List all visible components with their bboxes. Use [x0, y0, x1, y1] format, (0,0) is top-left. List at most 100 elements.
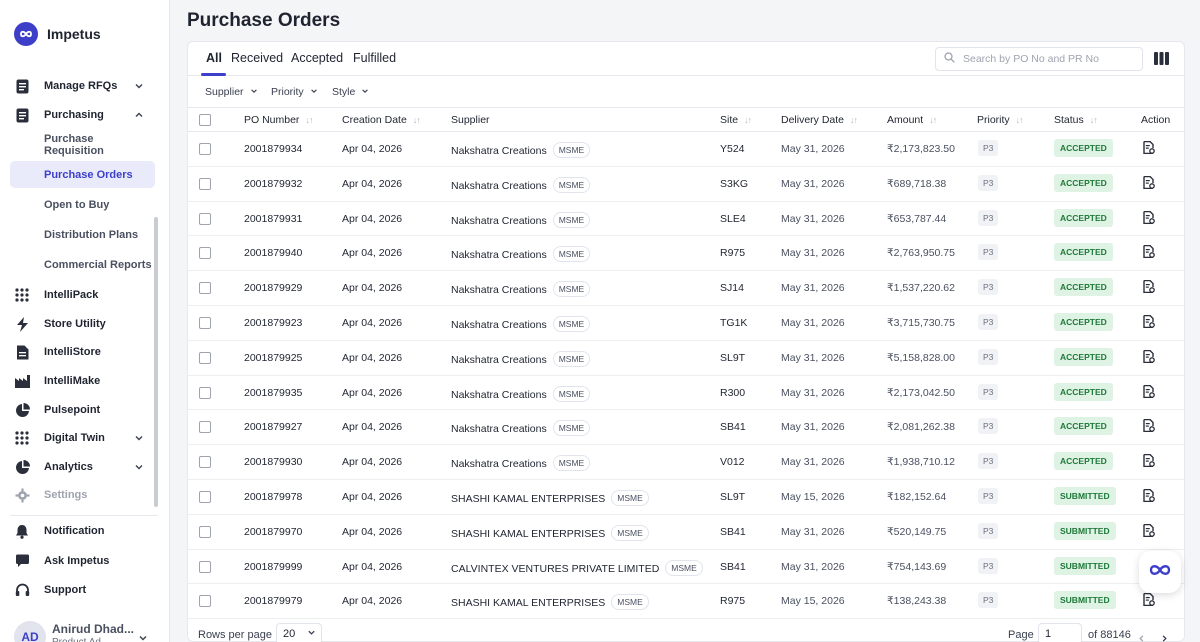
assistant-button[interactable] [1139, 551, 1181, 593]
column-priority[interactable]: Priority ↓↑ [977, 114, 1024, 126]
filter-style[interactable]: Style [332, 86, 369, 98]
table-row[interactable]: 2001879970 Apr 04, 2026 SHASHI KAMAL ENTER… [188, 515, 1184, 550]
row-checkbox[interactable] [199, 595, 211, 608]
sidebar-subitem-distribution-plans[interactable]: Distribution Plans [10, 221, 155, 248]
sidebar-item-settings[interactable]: Settings [14, 484, 154, 506]
sidebar-item-intellimake[interactable]: IntelliMake [14, 370, 154, 392]
po-number[interactable]: 2001879927 [244, 421, 302, 433]
view-document-icon[interactable] [1143, 453, 1155, 472]
sidebar-subitem-commercial-reports[interactable]: Commercial Reports [10, 251, 155, 278]
chevron-left-icon[interactable] [1137, 630, 1146, 642]
row-checkbox[interactable] [199, 316, 211, 329]
column-po-number[interactable]: PO Number ↓↑ [244, 114, 313, 126]
view-document-icon[interactable] [1143, 593, 1155, 611]
po-number[interactable]: 2001879935 [244, 387, 302, 399]
view-document-icon[interactable] [1143, 384, 1155, 403]
column-site[interactable]: Site ↓↑ [720, 114, 752, 126]
sidebar-item-notification[interactable]: Notification [14, 520, 154, 542]
sidebar-item-purchasing[interactable]: Purchasing [14, 104, 154, 126]
tab-fulfilled[interactable]: Fulfilled [353, 51, 396, 65]
table-row[interactable]: 2001879935 Apr 04, 2026 Nakshatra Creation… [188, 376, 1184, 411]
po-number[interactable]: 2001879979 [244, 595, 302, 607]
table-row[interactable]: 2001879932 Apr 04, 2026 Nakshatra Creation… [188, 167, 1184, 202]
rows-per-page-select[interactable]: 20 [276, 623, 322, 642]
row-checkbox[interactable] [199, 525, 211, 538]
row-checkbox[interactable] [199, 212, 211, 225]
search-input[interactable] [963, 53, 1133, 65]
po-number[interactable]: 2001879970 [244, 526, 302, 538]
sidebar-subitem-open-to-buy[interactable]: Open to Buy [10, 191, 155, 218]
sidebar-item-manage-rfqs[interactable]: Manage RFQs [14, 75, 154, 97]
po-number[interactable]: 2001879925 [244, 352, 302, 364]
view-document-icon[interactable] [1143, 523, 1155, 542]
sidebar-item-pulsepoint[interactable]: Pulsepoint [14, 399, 154, 421]
tab-received[interactable]: Received [231, 51, 283, 65]
row-checkbox[interactable] [199, 177, 211, 190]
sidebar-item-digital-twin[interactable]: Digital Twin [14, 427, 154, 449]
row-checkbox[interactable] [199, 490, 211, 503]
table-row[interactable]: 2001879934 Apr 04, 2026 Nakshatra Creation… [188, 132, 1184, 167]
sidebar-item-ask-impetus[interactable]: Ask Impetus [14, 550, 154, 572]
sidebar-subitem-purchase-requisition[interactable]: Purchase Requisition [10, 131, 155, 158]
column-status[interactable]: Status ↓↑ [1054, 114, 1098, 126]
row-checkbox[interactable] [199, 351, 211, 364]
columns-icon[interactable] [1154, 52, 1169, 70]
column-delivery-date[interactable]: Delivery Date ↓↑ [781, 114, 858, 126]
table-row[interactable]: 2001879999 Apr 04, 2026 CALVINTEX VENTURES… [188, 550, 1184, 585]
filter-supplier[interactable]: Supplier [205, 86, 258, 98]
po-number[interactable]: 2001879929 [244, 282, 302, 294]
column-amount[interactable]: Amount ↓↑ [887, 114, 937, 126]
search-box[interactable] [935, 47, 1143, 71]
brand[interactable]: Impetus [14, 22, 101, 46]
sidebar-subitem-purchase-orders[interactable]: Purchase Orders [10, 161, 155, 188]
table-row[interactable]: 2001879927 Apr 04, 2026 Nakshatra Creation… [188, 410, 1184, 446]
view-document-icon[interactable] [1143, 245, 1155, 263]
table-row[interactable]: 2001879925 Apr 04, 2026 Nakshatra Creation… [188, 341, 1184, 376]
sidebar-item-analytics[interactable]: Analytics [14, 456, 154, 478]
sidebar-item-store-utility[interactable]: Store Utility [14, 313, 154, 335]
column-creation-date[interactable]: Creation Date ↓↑ [342, 114, 421, 126]
view-document-icon[interactable] [1143, 210, 1155, 229]
table-row[interactable]: 2001879931 Apr 04, 2026 Nakshatra Creation… [188, 202, 1184, 237]
table-row[interactable]: 2001879940 Apr 04, 2026 Nakshatra Creation… [188, 236, 1184, 272]
view-document-icon[interactable] [1143, 175, 1155, 194]
row-checkbox[interactable] [199, 421, 211, 434]
table-row[interactable]: 2001879930 Apr 04, 2026 Nakshatra Creation… [188, 445, 1184, 480]
tab-accepted[interactable]: Accepted [291, 51, 343, 65]
page-input[interactable]: 1 [1038, 623, 1082, 642]
po-number[interactable]: 2001879934 [244, 143, 302, 155]
table-row[interactable]: 2001879978 Apr 04, 2026 SHASHI KAMAL ENTER… [188, 480, 1184, 515]
po-number[interactable]: 2001879932 [244, 178, 302, 190]
table-row[interactable]: 2001879979 Apr 04, 2026 SHASHI KAMAL ENTER… [188, 584, 1184, 620]
row-checkbox[interactable] [199, 247, 211, 260]
tab-all[interactable]: All [206, 51, 222, 65]
row-checkbox[interactable] [199, 282, 211, 295]
row-checkbox[interactable] [199, 386, 211, 399]
po-number[interactable]: 2001879930 [244, 456, 302, 468]
po-number[interactable]: 2001879940 [244, 247, 302, 259]
row-checkbox[interactable] [199, 560, 211, 573]
view-document-icon[interactable] [1143, 314, 1155, 333]
po-number[interactable]: 2001879978 [244, 491, 302, 503]
sidebar-item-support[interactable]: Support [14, 579, 154, 601]
chevron-down-icon[interactable] [138, 630, 148, 642]
avatar[interactable]: AD [14, 621, 46, 642]
view-document-icon[interactable] [1143, 488, 1155, 507]
po-number[interactable]: 2001879923 [244, 317, 302, 329]
filter-priority[interactable]: Priority [271, 86, 318, 98]
table-row[interactable]: 2001879923 Apr 04, 2026 Nakshatra Creation… [188, 306, 1184, 341]
view-document-icon[interactable] [1143, 349, 1155, 368]
sidebar-scrollbar[interactable] [154, 217, 158, 507]
row-checkbox[interactable] [199, 143, 211, 155]
po-number[interactable]: 2001879931 [244, 213, 302, 225]
view-document-icon[interactable] [1143, 140, 1155, 159]
sidebar-item-intellipack[interactable]: IntelliPack [14, 284, 154, 306]
view-document-icon[interactable] [1143, 279, 1155, 298]
select-all-checkbox[interactable] [199, 114, 211, 126]
table-row[interactable]: 2001879929 Apr 04, 2026 Nakshatra Creation… [188, 271, 1184, 306]
row-checkbox[interactable] [199, 456, 211, 469]
sidebar-item-intellistore[interactable]: IntelliStore [14, 341, 154, 363]
po-number[interactable]: 2001879999 [244, 561, 302, 573]
chevron-right-icon[interactable] [1160, 630, 1169, 642]
view-document-icon[interactable] [1143, 419, 1155, 437]
